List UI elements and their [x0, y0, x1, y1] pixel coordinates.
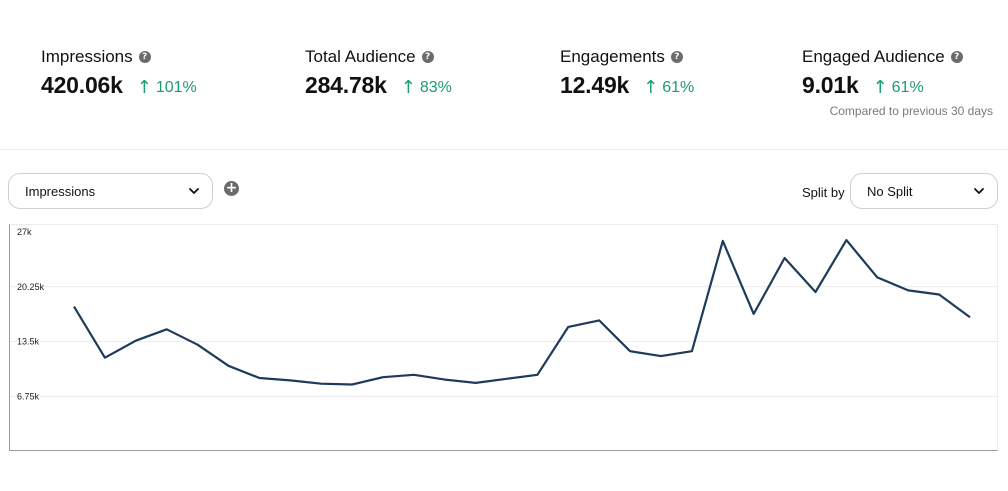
- line-chart-svg: 27k 20.25k 13.5k 6.75k: [10, 227, 999, 401]
- metric-value: 420.06k: [41, 72, 123, 98]
- y-tick-label: 13.5k: [17, 337, 40, 347]
- data-point[interactable]: [751, 311, 757, 317]
- help-icon[interactable]: ?: [421, 51, 434, 63]
- y-tick-label: 6.75k: [17, 391, 40, 401]
- split-select-value: No Split: [867, 183, 913, 199]
- data-point[interactable]: [936, 291, 942, 297]
- arrow-up-icon: ↑: [136, 77, 152, 98]
- data-point[interactable]: [473, 380, 479, 386]
- data-point[interactable]: [442, 377, 448, 383]
- chevron-down-icon: [974, 188, 984, 194]
- data-point[interactable]: [71, 304, 77, 310]
- metric-value: 9.01k: [802, 72, 859, 98]
- data-point[interactable]: [349, 381, 355, 387]
- data-point[interactable]: [782, 255, 788, 261]
- section-divider: [0, 149, 1008, 150]
- metric-engagements: Engagements ? 12.49k ↑ 61%: [560, 46, 694, 99]
- impressions-series-line: [73, 239, 971, 386]
- data-point[interactable]: [658, 353, 664, 359]
- comparison-note: Compared to previous 30 days: [829, 104, 993, 118]
- metric-delta: ↑ 61%: [873, 77, 924, 98]
- y-tick-label: 27k: [17, 227, 32, 237]
- arrow-up-icon: ↑: [643, 77, 659, 98]
- delta-text: 61%: [891, 78, 924, 96]
- help-icon[interactable]: ?: [670, 51, 683, 63]
- help-icon[interactable]: ?: [138, 51, 151, 63]
- arrow-up-icon: ↑: [872, 77, 888, 98]
- split-select[interactable]: No Split: [850, 173, 998, 209]
- delta-text: 61%: [662, 78, 695, 96]
- data-point[interactable]: [905, 287, 911, 293]
- data-point[interactable]: [411, 372, 417, 378]
- data-point[interactable]: [380, 374, 386, 380]
- data-point[interactable]: [843, 237, 849, 243]
- metric-engaged-audience: Engaged Audience ? 9.01k ↑ 61%: [802, 46, 963, 99]
- help-icon[interactable]: ?: [950, 51, 963, 63]
- data-point[interactable]: [164, 326, 170, 332]
- data-point[interactable]: [534, 372, 540, 378]
- metric-select[interactable]: Impressions: [8, 173, 213, 209]
- metric-impressions: Impressions ? 420.06k ↑ 101%: [41, 46, 197, 99]
- data-point[interactable]: [256, 375, 262, 381]
- delta-text: 83%: [419, 78, 452, 96]
- split-by-label: Split by: [802, 185, 845, 200]
- data-point[interactable]: [195, 342, 201, 348]
- chevron-down-icon: [189, 188, 199, 194]
- data-point[interactable]: [967, 314, 973, 320]
- metric-total-audience: Total Audience ? 284.78k ↑ 83%: [305, 46, 452, 99]
- data-point[interactable]: [225, 363, 231, 369]
- data-point[interactable]: [813, 289, 819, 295]
- metric-delta: ↑ 83%: [401, 77, 452, 98]
- data-point[interactable]: [565, 324, 571, 330]
- metric-value: 12.49k: [560, 72, 630, 98]
- metric-delta: ↑ 101%: [137, 77, 197, 98]
- data-point[interactable]: [720, 238, 726, 244]
- metric-label: Engaged Audience: [802, 47, 945, 66]
- metric-select-value: Impressions: [25, 183, 96, 199]
- metric-value: 284.78k: [305, 72, 387, 98]
- metric-label: Total Audience: [305, 47, 416, 66]
- data-point[interactable]: [318, 381, 324, 387]
- metric-delta: ↑ 61%: [643, 77, 694, 98]
- data-point[interactable]: [504, 376, 510, 382]
- metric-label: Engagements: [560, 47, 665, 66]
- add-metric-icon[interactable]: +: [224, 181, 239, 196]
- data-point[interactable]: [133, 338, 139, 344]
- data-point[interactable]: [627, 348, 633, 354]
- y-tick-label: 20.25k: [17, 282, 45, 292]
- metric-label: Impressions: [41, 47, 133, 66]
- data-point[interactable]: [596, 317, 602, 323]
- data-point[interactable]: [102, 355, 108, 361]
- delta-text: 101%: [155, 78, 197, 96]
- impressions-chart: 27k 20.25k 13.5k 6.75k: [9, 224, 999, 451]
- data-point[interactable]: [287, 377, 293, 383]
- data-point[interactable]: [689, 348, 695, 354]
- data-point[interactable]: [874, 274, 880, 280]
- arrow-up-icon: ↑: [400, 77, 416, 98]
